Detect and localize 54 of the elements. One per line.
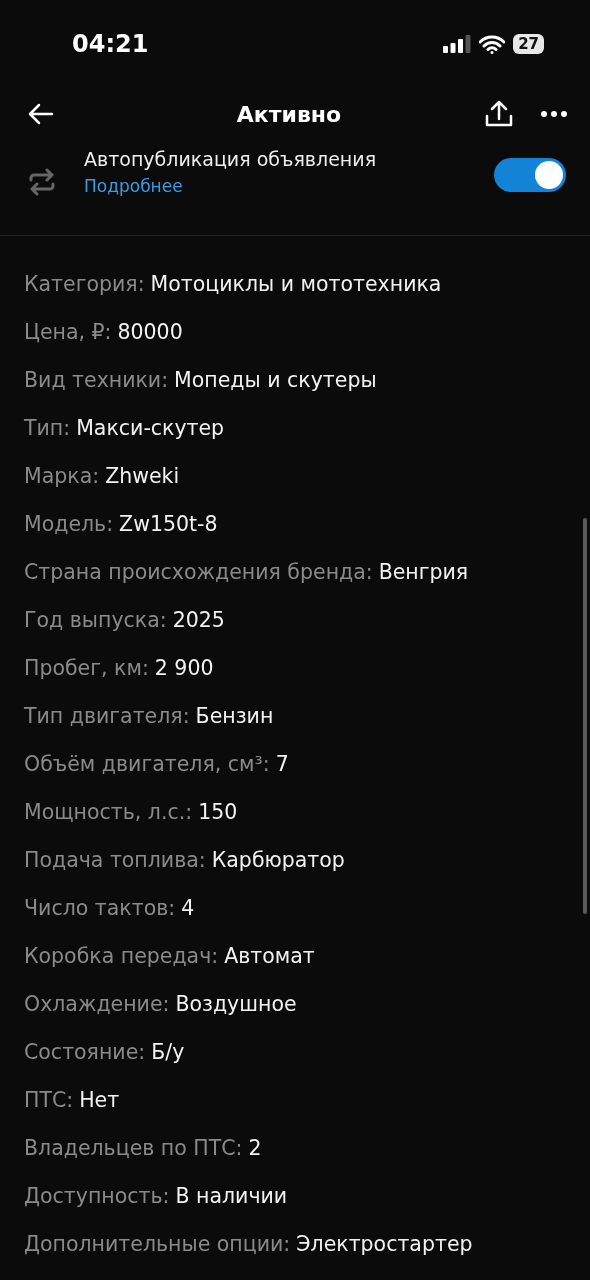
spec-value: Бензин [195, 704, 274, 728]
spec-label: Марка: [24, 464, 100, 488]
back-arrow-icon[interactable] [28, 103, 54, 125]
spec-label: Категория: [24, 272, 145, 296]
status-time: 04:21 [72, 30, 149, 58]
spec-label: Год выпуска: [24, 608, 167, 632]
spec-label: Охлаждение: [24, 992, 170, 1016]
spec-value: Б/у [151, 1040, 185, 1064]
more-icon[interactable] [540, 110, 568, 118]
spec-value: Макси-скутер [76, 416, 225, 440]
spec-label: Коробка передач: [24, 944, 219, 968]
spec-value: Zhweki [105, 464, 180, 488]
spec-value: Мотоциклы и мототехника [150, 272, 442, 296]
spec-label: Вид техники: [24, 368, 169, 392]
spec-label: Число тактов: [24, 896, 176, 920]
spec-value: Нет [79, 1088, 120, 1112]
spec-value: Мопеды и скутеры [174, 368, 377, 392]
battery-level: 27 [513, 34, 544, 54]
spec-value: 2 [248, 1136, 262, 1160]
spec-label: Цена, ₽: [24, 320, 112, 344]
spec-value: 150 [198, 800, 238, 824]
page-title: Активно [235, 101, 343, 127]
more-info-link[interactable]: Подробнее [84, 176, 466, 196]
spec-label: Состояние: [24, 1040, 146, 1064]
share-icon[interactable] [484, 99, 514, 129]
spec-label: Доступность: [24, 1184, 170, 1208]
spec-value: Автомат [224, 944, 315, 968]
spec-value: Zw150t-8 [119, 512, 218, 536]
spec-label: Тип двигателя: [24, 704, 190, 728]
spec-label: Дополнительные опции: [24, 1232, 291, 1256]
repeat-icon [28, 168, 56, 196]
spec-label: Владельцев по ПТС: [24, 1136, 243, 1160]
autopublish-label: Автопубликация объявления [84, 148, 378, 170]
spec-value: Воздушное [175, 992, 297, 1016]
spec-label: Модель: [24, 512, 114, 536]
spec-label: Страна происхождения бренда: [24, 560, 373, 584]
spec-value: 2025 [172, 608, 225, 632]
spec-label: Тип: [24, 416, 71, 440]
spec-value: Венгрия [378, 560, 469, 584]
spec-value: 4 [181, 896, 195, 920]
spec-label: Пробег, км: [24, 656, 149, 680]
spec-label: Подача топлива: [24, 848, 206, 872]
spec-value: 80000 [117, 320, 183, 344]
spec-label: Мощность, л.с.: [24, 800, 193, 824]
spec-label: Объём двигателя, см³: [24, 752, 270, 776]
spec-label: ПТС: [24, 1088, 74, 1112]
wifi-icon [479, 34, 506, 54]
spec-value: В наличии [175, 1184, 288, 1208]
spec-value: Карбюратор [211, 848, 345, 872]
signal-icon [443, 35, 472, 53]
spec-value: 2 900 [154, 656, 214, 680]
spec-value: 7 [275, 752, 289, 776]
autopublish-toggle[interactable] [494, 158, 566, 192]
spec-value: Электростартер [296, 1232, 473, 1256]
